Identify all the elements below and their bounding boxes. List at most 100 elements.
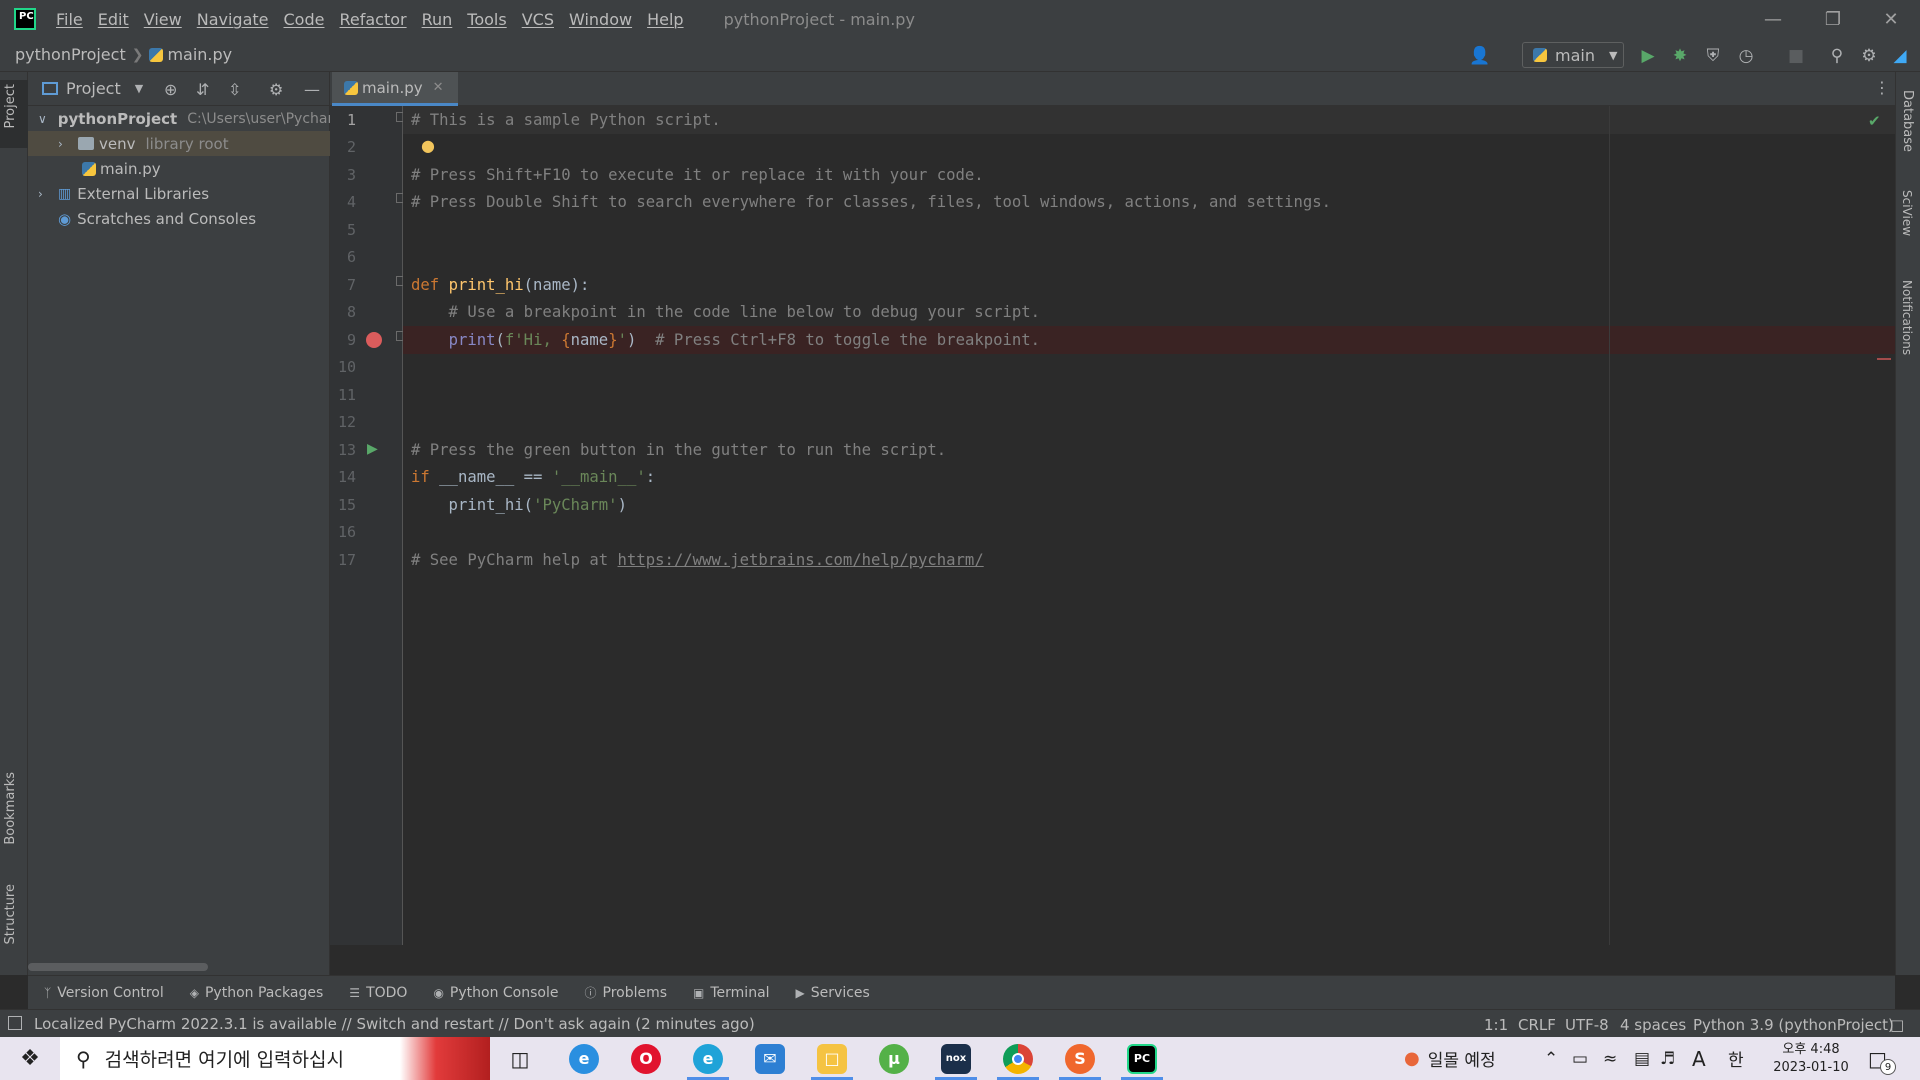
menu-edit[interactable]: Edit bbox=[98, 10, 129, 29]
battery-icon[interactable]: ▭ bbox=[1572, 1037, 1588, 1080]
profile-icon[interactable]: ◷ bbox=[1736, 46, 1756, 66]
menu-vcs[interactable]: VCS bbox=[522, 10, 554, 29]
menu-navigate[interactable]: Navigate bbox=[197, 10, 269, 29]
lightbulb-icon[interactable]: ● bbox=[421, 136, 435, 155]
tree-item-root[interactable]: ∨ pythonProject C:\Users\user\PycharmPro… bbox=[28, 106, 330, 131]
search-icon[interactable]: ⚲ bbox=[1827, 46, 1847, 66]
code-editor[interactable]: # This is a sample Python script. ● # Pr… bbox=[403, 106, 1895, 945]
tree-item-scratches[interactable]: ◉ Scratches and Consoles bbox=[28, 206, 330, 231]
ime-mode-han[interactable]: 한 bbox=[1728, 1037, 1744, 1080]
pycharm-taskbar-icon[interactable]: PC bbox=[1116, 1037, 1168, 1080]
database-tab-label: Database bbox=[1900, 90, 1915, 153]
more-options-icon[interactable]: ⋮ bbox=[1874, 78, 1890, 97]
expand-all-icon[interactable]: ⇵ bbox=[196, 80, 209, 99]
tab-python-console[interactable]: ◉ Python Console bbox=[433, 985, 558, 1001]
chevron-down-icon[interactable]: ▼ bbox=[135, 82, 143, 95]
network-icon[interactable]: ▤ bbox=[1634, 1037, 1650, 1080]
menu-file[interactable]: File bbox=[56, 10, 83, 29]
tab-problems[interactable]: ⓘ Problems bbox=[584, 984, 667, 1001]
menu-window[interactable]: Window bbox=[569, 10, 632, 29]
jetbrains-toolbox-icon[interactable]: ◢ bbox=[1890, 46, 1910, 66]
taskbar-clock[interactable]: 오후 4:48 2023-01-10 bbox=[1766, 1037, 1856, 1080]
project-panel-title[interactable]: Project bbox=[66, 79, 121, 98]
volume-icon[interactable]: ♬ bbox=[1660, 1037, 1675, 1080]
status-message[interactable]: Localized PyCharm 2022.3.1 is available … bbox=[34, 1015, 755, 1033]
structure-tool-tab[interactable]: Structure bbox=[3, 884, 18, 944]
status-interpreter[interactable]: Python 3.9 (pythonProject) bbox=[1693, 1016, 1894, 1034]
tab-services[interactable]: ▶ Services bbox=[796, 985, 870, 1001]
weather-widget[interactable]: ● 일몰 예정 bbox=[1404, 1037, 1496, 1080]
run-configuration-select[interactable]: main ▼ bbox=[1522, 42, 1624, 68]
user-profile-icon[interactable]: 👤 bbox=[1469, 46, 1490, 66]
help-link[interactable]: https://www.jetbrains.com/help/pycharm/ bbox=[618, 551, 984, 569]
inspection-ok-check-icon[interactable]: ✔ bbox=[1868, 112, 1881, 130]
tab-terminal[interactable]: ▣ Terminal bbox=[693, 985, 770, 1001]
line-number: 12 bbox=[337, 413, 356, 431]
breakpoint-icon[interactable] bbox=[366, 332, 382, 348]
run-gutter-icon[interactable]: ▶ bbox=[367, 441, 378, 457]
panel-options-gear-icon[interactable]: ⚙ bbox=[269, 80, 283, 99]
status-line-separator[interactable]: CRLF bbox=[1518, 1016, 1556, 1034]
locate-target-icon[interactable]: ⊕ bbox=[164, 80, 177, 99]
settings-gear-icon[interactable]: ⚙ bbox=[1859, 46, 1879, 66]
run-icon[interactable]: ▶ bbox=[1638, 46, 1658, 66]
tree-item-external-libraries[interactable]: › ▥ External Libraries bbox=[28, 181, 330, 206]
collapse-all-icon[interactable]: ⇳ bbox=[228, 80, 241, 99]
restore-icon[interactable]: ❐ bbox=[1804, 0, 1862, 38]
close-icon[interactable]: ✕ bbox=[1862, 0, 1920, 38]
tree-item-main-py[interactable]: main.py bbox=[28, 156, 330, 181]
menu-code[interactable]: Code bbox=[284, 10, 325, 29]
chrome-icon[interactable] bbox=[992, 1037, 1044, 1080]
sciview-tool-tab[interactable]: SciView bbox=[1900, 190, 1914, 236]
bookmarks-tool-tab[interactable]: Bookmarks bbox=[3, 772, 18, 845]
breadcrumb-file[interactable]: main.py bbox=[149, 45, 232, 64]
tree-item-venv[interactable]: › venv library root bbox=[28, 131, 330, 156]
lock-icon[interactable]: □ bbox=[1890, 1016, 1904, 1034]
breadcrumb-project[interactable]: pythonProject bbox=[15, 45, 126, 64]
tab-close-icon[interactable]: ✕ bbox=[433, 80, 444, 95]
project-tool-tab[interactable]: Project bbox=[3, 84, 18, 128]
mail-icon[interactable]: ✉ bbox=[744, 1037, 796, 1080]
menu-help[interactable]: Help bbox=[647, 10, 683, 29]
file-explorer-icon[interactable]: □ bbox=[806, 1037, 858, 1080]
error-stripe-marker[interactable] bbox=[1877, 358, 1891, 360]
debug-icon[interactable]: ✸ bbox=[1670, 46, 1690, 66]
tab-todo[interactable]: ☰ TODO bbox=[349, 985, 407, 1001]
status-encoding[interactable]: UTF-8 bbox=[1565, 1016, 1609, 1034]
editor-tab-main-py[interactable]: main.py ✕ bbox=[332, 72, 458, 106]
project-panel-scrollbar[interactable] bbox=[28, 963, 208, 971]
windows-start-icon[interactable]: ❖ bbox=[0, 1037, 60, 1080]
task-view-icon[interactable]: ◫ bbox=[494, 1037, 546, 1080]
status-indent[interactable]: 4 spaces bbox=[1620, 1016, 1686, 1034]
opera-icon[interactable]: O bbox=[620, 1037, 672, 1080]
nox-player-icon[interactable]: nox bbox=[930, 1037, 982, 1080]
minimize-icon[interactable]: — bbox=[1744, 0, 1802, 38]
menu-refactor[interactable]: Refactor bbox=[339, 10, 406, 29]
ime-mode-a[interactable]: A bbox=[1692, 1037, 1706, 1080]
utorrent-icon[interactable]: µ bbox=[868, 1037, 920, 1080]
taskbar-search-box[interactable]: ⚲ 검색하려면 여기에 입력하십시 bbox=[60, 1037, 490, 1080]
coverage-icon[interactable]: ⛨ bbox=[1703, 46, 1723, 66]
code-line-3: # Press Shift+F10 to execute it or repla… bbox=[403, 161, 1895, 189]
stop-icon[interactable]: ■ bbox=[1786, 46, 1806, 66]
menu-run[interactable]: Run bbox=[422, 10, 453, 29]
database-tool-tab[interactable]: Database bbox=[1900, 90, 1915, 152]
internet-explorer-icon[interactable]: e bbox=[558, 1037, 610, 1080]
tray-overflow-chevron-icon[interactable]: ⌃ bbox=[1544, 1037, 1558, 1080]
menu-view[interactable]: View bbox=[144, 10, 182, 29]
tab-version-control[interactable]: ᛉ Version Control bbox=[44, 985, 164, 1001]
chevron-right-icon[interactable]: › bbox=[38, 187, 52, 201]
chevron-right-icon[interactable]: › bbox=[58, 137, 72, 151]
toggle-tool-windows-icon[interactable] bbox=[8, 1016, 22, 1030]
code-comment: # See PyCharm help at bbox=[411, 551, 618, 569]
wifi-icon[interactable]: ≈ bbox=[1603, 1037, 1617, 1080]
tab-python-packages[interactable]: ◈ Python Packages bbox=[190, 985, 324, 1001]
status-caret-position[interactable]: 1:1 bbox=[1484, 1016, 1508, 1034]
s-app-icon[interactable]: S bbox=[1054, 1037, 1106, 1080]
chevron-down-icon[interactable]: ∨ bbox=[38, 112, 47, 126]
action-center-icon[interactable]: □ 9 bbox=[1868, 1037, 1896, 1080]
notifications-tool-tab[interactable]: Notifications bbox=[1900, 280, 1914, 355]
menu-tools[interactable]: Tools bbox=[467, 10, 506, 29]
edge-icon[interactable]: e bbox=[682, 1037, 734, 1080]
hide-panel-icon[interactable]: — bbox=[304, 80, 320, 99]
